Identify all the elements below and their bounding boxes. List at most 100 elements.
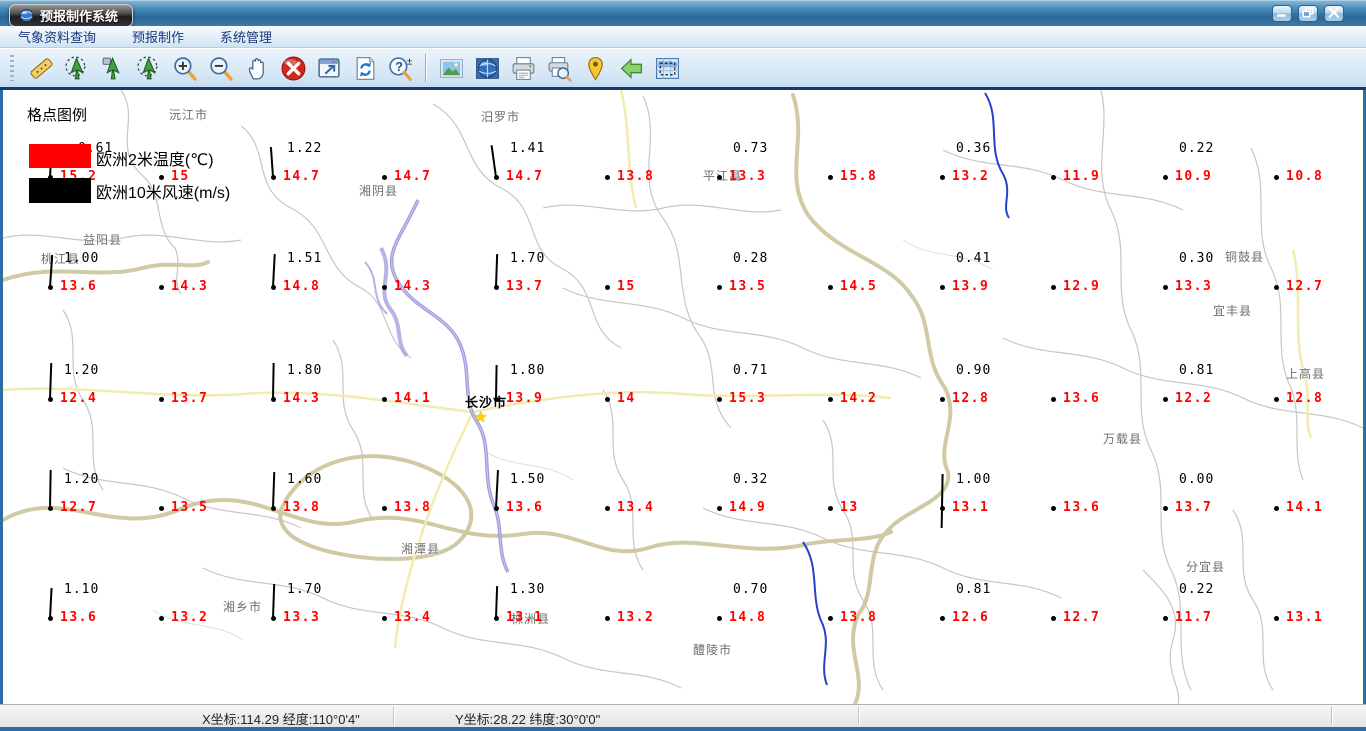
grid-dot — [1274, 285, 1279, 290]
status-divider — [858, 707, 859, 725]
toolbar-zoom-out-button[interactable] — [203, 51, 239, 85]
wind-speed-value: 0.28 — [733, 251, 769, 266]
place-label: 分宜县 — [1186, 560, 1226, 574]
temperature-value: 13.2 — [952, 169, 990, 184]
minimize-button[interactable] — [1272, 5, 1292, 22]
grid-dot — [828, 506, 833, 511]
grid-dot — [717, 616, 722, 621]
grid-dot — [605, 285, 610, 290]
toolbar-separator — [425, 54, 427, 82]
toolbar-map-grid-button[interactable] — [649, 51, 685, 85]
toolbar-print-button[interactable] — [505, 51, 541, 85]
temperature-value: 14.1 — [394, 391, 432, 406]
toolbar: ±? — [0, 48, 1366, 90]
toolbar-globe-view-button[interactable] — [469, 51, 505, 85]
toolbar-map-pin-button[interactable] — [577, 51, 613, 85]
grid-dot — [159, 285, 164, 290]
temperature-value: 13.5 — [729, 279, 767, 294]
toolbar-back-arrow-button[interactable] — [613, 51, 649, 85]
temperature-value: 13.6 — [60, 610, 98, 625]
temperature-value: 14.3 — [394, 279, 432, 294]
temperature-value: 13.3 — [1175, 279, 1213, 294]
grid-dot — [605, 616, 610, 621]
grid-dot — [382, 175, 387, 180]
image-export-icon — [438, 55, 465, 82]
place-label: 醴陵市 — [693, 643, 733, 657]
menu-item-1[interactable]: 预报制作 — [126, 25, 190, 48]
temperature-value: 13.1 — [952, 500, 990, 515]
toolbar-select-circle-button[interactable] — [131, 51, 167, 85]
temperature-value: 13.9 — [506, 391, 544, 406]
wind-speed-value: 1.20 — [64, 363, 100, 378]
svg-text:?: ? — [395, 60, 403, 74]
legend-title: 格点图例 — [27, 107, 88, 124]
temperature-value: 12.7 — [60, 500, 98, 515]
temperature-value: 14.8 — [283, 279, 321, 294]
select-feature-icon — [64, 55, 91, 82]
zoom-out-icon — [208, 55, 235, 82]
pan-hand-icon — [244, 55, 271, 82]
close-button[interactable] — [1324, 5, 1344, 22]
restore-button[interactable] — [1298, 5, 1318, 22]
grid-dot — [1163, 175, 1168, 180]
temperature-value: 14.3 — [171, 279, 209, 294]
window-controls — [1272, 5, 1344, 22]
wind-speed-value: 1.51 — [287, 251, 323, 266]
toolbar-grip[interactable] — [10, 55, 14, 81]
map-viewport[interactable]: 格点图例 欧洲2米温度(℃) 欧洲10米风速(m/s) 15.2 0.61 15 14… — [3, 90, 1363, 704]
toolbar-image-export-button[interactable] — [433, 51, 469, 85]
menu-item-0[interactable]: 气象资料查询 — [12, 25, 102, 48]
toolbar-print-preview-button[interactable] — [541, 51, 577, 85]
toolbar-identify-button[interactable]: ±? — [383, 51, 419, 85]
temperature-value: 14.2 — [840, 391, 878, 406]
toolbar-refresh-button[interactable] — [347, 51, 383, 85]
menu-bar: 气象资料查询 预报制作 系统管理 — [0, 26, 1366, 48]
grid-dot — [382, 506, 387, 511]
wind-speed-value: 0.81 — [956, 582, 992, 597]
temperature-value: 13.8 — [617, 169, 655, 184]
title-bar: 预报制作系统 — [0, 0, 1366, 27]
zoom-in-icon — [172, 55, 199, 82]
temperature-value: 12.7 — [1063, 610, 1101, 625]
wind-speed-value: 1.50 — [510, 472, 546, 487]
menu-item-2[interactable]: 系统管理 — [214, 25, 278, 48]
temperature-value: 13.1 — [506, 610, 544, 625]
temperature-value: 13.7 — [1175, 500, 1213, 515]
status-x-coordinate: X坐标:114.29 经度:110°0'4" — [202, 712, 360, 727]
toolbar-ruler-button[interactable] — [23, 51, 59, 85]
grid-dot — [605, 506, 610, 511]
temperature-value: 14.8 — [729, 610, 767, 625]
temperature-value: 13.7 — [171, 391, 209, 406]
toolbar-select-feature-button[interactable] — [59, 51, 95, 85]
place-label: 湘潭县 — [401, 542, 441, 556]
toolbar-zoom-in-button[interactable] — [167, 51, 203, 85]
wind-speed-value: 1.70 — [510, 251, 546, 266]
status-y-coordinate: Y坐标:28.22 纬度:30°0'0" — [455, 712, 601, 727]
temperature-value: 13.1 — [1286, 610, 1324, 625]
toolbar-pan-hand-button[interactable] — [239, 51, 275, 85]
print-icon — [510, 55, 537, 82]
place-label: 汨罗市 — [481, 110, 521, 124]
grid-dot — [1274, 506, 1279, 511]
select-arrow-icon — [100, 55, 127, 82]
temperature-value: 12.9 — [1063, 279, 1101, 294]
print-preview-icon — [546, 55, 573, 82]
stop-icon — [280, 55, 307, 82]
temperature-value: 13.6 — [1063, 391, 1101, 406]
temperature-value: 11.7 — [1175, 610, 1213, 625]
toolbar-select-arrow-button[interactable] — [95, 51, 131, 85]
toolbar-stop-button[interactable] — [275, 51, 311, 85]
refresh-icon — [352, 55, 379, 82]
wind-speed-value: 0.22 — [1179, 582, 1215, 597]
temperature-value: 13 — [840, 500, 859, 515]
place-label: 湘阴县 — [359, 184, 399, 198]
grid-dot — [828, 175, 833, 180]
wind-speed-value: 0.41 — [956, 251, 992, 266]
temperature-value: 14.5 — [840, 279, 878, 294]
toolbar-full-extent-button[interactable] — [311, 51, 347, 85]
temperature-value: 13.9 — [952, 279, 990, 294]
globe-view-icon — [474, 55, 501, 82]
temperature-value: 14.7 — [506, 169, 544, 184]
wind-speed-value: 0.81 — [1179, 363, 1215, 378]
wind-speed-value: 0.70 — [733, 582, 769, 597]
